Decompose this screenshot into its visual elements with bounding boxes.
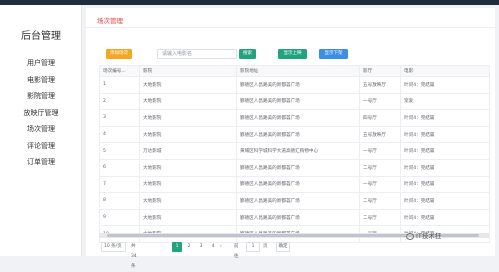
cell-hall: 五号放映厅 — [359, 125, 401, 144]
cell-id: 1 — [99, 76, 140, 94]
watermark-text: IT技术狂 — [416, 232, 442, 240]
cell-hall: 四号厅 — [359, 109, 401, 127]
table-row[interactable]: 3 大地影院 鄞德区人昌路美的新都荟广场 四号厅 叶问4：完结篇 — [99, 109, 490, 127]
cell-cinema: 大地影院 — [139, 76, 237, 94]
cell-address: 鄞德区人昌路美的新都荟广场 — [236, 192, 360, 210]
cell-cinema: 大地影院 — [139, 92, 237, 111]
cell-id: 5 — [99, 142, 140, 160]
cell-address: 鄞德区人昌路美的新都荟广场 — [236, 76, 360, 94]
page-title: 场次管理 — [97, 17, 123, 25]
cell-hall: 二号厅 — [359, 208, 401, 227]
cell-address: 鄞德区人昌路美的新都荟广场 — [236, 92, 360, 111]
total-count: 共 34 条 — [131, 244, 137, 269]
page-size-select[interactable]: 10 条/页 — [101, 242, 126, 252]
sidebar-item-orders[interactable]: 订单管理 — [0, 154, 82, 171]
table-row[interactable]: 7 大地影院 鄞德区人昌路美的新都荟广场 一号厅 叶问4：完结篇 — [99, 175, 490, 194]
col-header-cinema: 影院 — [139, 65, 237, 77]
cell-address: 鄞德区人昌路美的新都荟广场 — [236, 208, 360, 227]
sidebar-item-movies[interactable]: 电影管理 — [0, 72, 82, 89]
cell-id: 6 — [99, 158, 140, 177]
cell-movie: 叶问4：完结篇 — [400, 76, 490, 94]
sessions-table: 场次编号... 影院 影院地址 影厅 电影 1 大地影院 鄞德区人昌路美的新都荟广场… — [99, 65, 490, 243]
search-input[interactable] — [157, 49, 237, 59]
cell-hall: 一号厅 — [359, 142, 401, 160]
prev-page-button[interactable]: ‹ — [161, 242, 163, 252]
sidebar-item-sessions[interactable]: 场次管理 — [0, 121, 82, 138]
cell-id: 7 — [99, 175, 140, 194]
cell-hall: 一号厅 — [359, 175, 401, 194]
table-row[interactable]: 5 万达影城 黄埔区科学城科学大道高德汇购物中心 一号厅 叶问4：完结篇 — [99, 142, 490, 160]
sidebar-menu: 用户管理 电影管理 影院管理 放映厅管理 场次管理 评论管理 订单管理 — [0, 55, 82, 171]
show-on-screen-button[interactable]: 显示上映 — [278, 49, 307, 59]
cell-id: 3 — [99, 109, 140, 127]
watermark: IT技术狂 — [406, 230, 441, 240]
brand-title: 后台管理 — [21, 31, 61, 42]
cell-movie: 叶问4：完结篇 — [400, 208, 490, 227]
table-row[interactable]: 6 大地影院 鄞德区人昌路美的新都荟广场 二号厅 叶问4：完结篇 — [99, 158, 490, 177]
cell-cinema: 大地影院 — [139, 109, 237, 127]
goto-page-input[interactable]: 1 — [246, 242, 260, 252]
cell-cinema: 大地影院 — [139, 192, 237, 210]
cell-movie: 叶问4：完结篇 — [400, 109, 490, 127]
cell-id: 4 — [99, 125, 140, 144]
title-divider — [86, 27, 495, 28]
sidebar-item-users[interactable]: 用户管理 — [0, 55, 82, 72]
cell-movie: 叶问4：完结篇 — [400, 125, 490, 144]
goto-confirm-button[interactable]: 确定 — [276, 242, 290, 252]
cell-address: 鄞德区人昌路美的新都荟广场 — [236, 175, 360, 194]
cell-id: 8 — [99, 192, 140, 210]
page-2-button[interactable]: 2 — [184, 242, 194, 252]
col-header-movie: 电影 — [400, 65, 490, 77]
search-button[interactable]: 搜索 — [239, 49, 256, 59]
add-session-button[interactable]: 添加场次 — [106, 49, 132, 59]
next-page-button[interactable]: › — [220, 242, 222, 252]
table-row[interactable]: 1 大地影院 鄞德区人昌路美的新都荟广场 五号放映厅 叶问4：完结篇 — [99, 76, 490, 94]
cell-cinema: 大地影院 — [139, 208, 237, 227]
cell-movie: 叶问4：完结篇 — [400, 158, 490, 177]
cell-address: 黄埔区科学城科学大道高德汇购物中心 — [236, 142, 360, 160]
page-4-button[interactable]: 4 — [208, 242, 218, 252]
cell-address: 鄞德区人昌路美的新都荟广场 — [236, 109, 360, 127]
cell-address: 鄞德区人昌路美的新都荟广场 — [236, 158, 360, 177]
wechat-icon — [406, 232, 414, 240]
table-row[interactable]: 4 大地影院 鄞德区人昌路美的新都荟广场 五号放映厅 叶问4：完结篇 — [99, 125, 490, 144]
cell-movie: 叶问4：完结篇 — [400, 192, 490, 210]
sidebar-item-comments[interactable]: 评论管理 — [0, 138, 82, 155]
cell-id: 2 — [99, 92, 140, 111]
cell-cinema: 万达影城 — [139, 142, 237, 160]
cell-movie: 叶问4：完结篇 — [400, 175, 490, 194]
page-1-button[interactable]: 1 — [172, 242, 182, 252]
cell-hall: 一号厅 — [359, 92, 401, 111]
show-off-screen-button[interactable]: 显示下架 — [319, 49, 348, 59]
table-row[interactable]: 8 大地影院 鄞德区人昌路美的新都荟广场 二号厅 叶问4：完结篇 — [99, 192, 490, 210]
col-header-hall: 影厅 — [359, 65, 401, 77]
cell-address: 鄞德区人昌路美的新都荟广场 — [236, 125, 360, 144]
table-row[interactable]: 9 大地影院 鄞德区人昌路美的新都荟广场 二号厅 叶问4：完结篇 — [99, 208, 490, 227]
cell-hall: 二号厅 — [359, 158, 401, 177]
sidebar-item-halls[interactable]: 放映厅管理 — [0, 105, 82, 122]
sidebar-item-cinemas[interactable]: 影院管理 — [0, 88, 82, 105]
cell-id: 9 — [99, 208, 140, 227]
table-header-row: 场次编号... 影院 影院地址 影厅 电影 — [99, 65, 490, 77]
cell-hall: 五号放映厅 — [359, 76, 401, 94]
page-unit-label: 页 — [263, 244, 268, 249]
cell-hall: 二号厅 — [359, 192, 401, 210]
col-header-id[interactable]: 场次编号... — [99, 65, 140, 77]
sidebar: 后台管理 用户管理 电影管理 影院管理 放映厅管理 场次管理 评论管理 订单管理 — [0, 5, 82, 256]
main-panel: 场次管理 添加场次 搜索 显示上映 显示下架 场次编号... 影院 影院地址 影… — [86, 8, 495, 269]
cell-movie: 叶问4：完结篇 — [400, 142, 490, 160]
cell-movie: 宠爱 — [400, 92, 490, 111]
goto-label: 前往 — [234, 244, 239, 259]
page-3-button[interactable]: 3 — [196, 242, 206, 252]
col-header-address: 影院地址 — [236, 65, 360, 77]
cell-cinema: 大地影院 — [139, 175, 237, 194]
cell-cinema: 大地影院 — [139, 158, 237, 177]
cell-cinema: 大地影院 — [139, 125, 237, 144]
table-row[interactable]: 2 大地影院 鄞德区人昌路美的新都荟广场 一号厅 宠爱 — [99, 92, 490, 111]
